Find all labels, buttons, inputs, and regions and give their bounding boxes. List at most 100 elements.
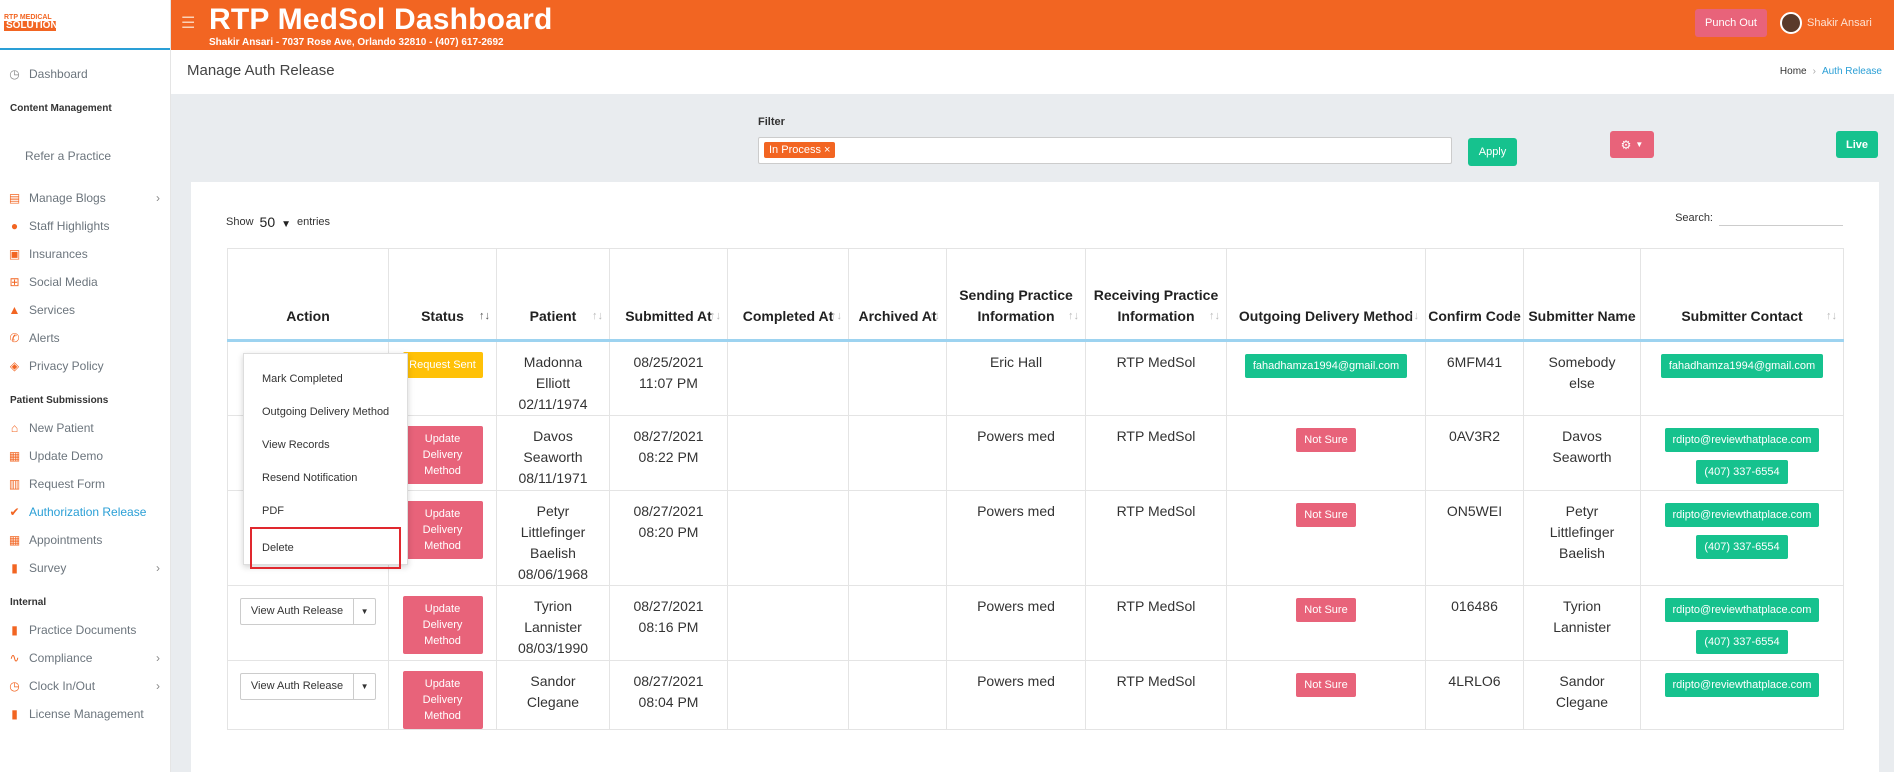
caret-down-icon[interactable]: ▼ bbox=[353, 674, 375, 699]
view-auth-release-button[interactable]: View Auth Release ▼ bbox=[239, 598, 377, 625]
status-button[interactable]: Update Delivery Method bbox=[402, 426, 483, 484]
user-name[interactable]: Shakir Ansari bbox=[1807, 17, 1872, 29]
receiving-practice-cell: RTP MedSol bbox=[1085, 415, 1227, 491]
sidebar-item-appointments[interactable]: ▦ Appointments bbox=[0, 526, 170, 554]
sort-icon[interactable]: ↑↓ bbox=[710, 306, 721, 327]
sidebar-item-services[interactable]: ▲ Services bbox=[0, 296, 170, 324]
apply-button[interactable]: Apply bbox=[1468, 138, 1517, 166]
outgoing-delivery-badge[interactable]: fahadhamza1994@gmail.com bbox=[1244, 354, 1408, 378]
column-header-label: Status bbox=[421, 308, 464, 324]
sending-practice-cell-text: Powers med bbox=[977, 503, 1055, 519]
phone-badge[interactable]: (407) 337-6554 bbox=[1696, 630, 1788, 654]
status-button[interactable]: Update Delivery Method bbox=[402, 501, 483, 559]
search-input[interactable] bbox=[1719, 210, 1843, 226]
column-header[interactable]: Outgoing Delivery Method ↑↓ bbox=[1226, 248, 1426, 342]
mark-completed-menu-item[interactable]: Mark Completed bbox=[244, 362, 407, 395]
entries-select[interactable]: 50 ▼ bbox=[260, 214, 291, 230]
column-header[interactable]: Submitter Contact ↑↓ bbox=[1640, 248, 1844, 342]
sort-icon[interactable]: ↑↓ bbox=[1408, 306, 1419, 327]
sidebar-item-update-demo[interactable]: ▦ Update Demo bbox=[0, 442, 170, 470]
sort-icon[interactable]: ↑↓ bbox=[592, 306, 603, 327]
sort-icon[interactable]: ↑↓ bbox=[1068, 306, 1079, 327]
sidebar-heading-patient: Patient Submissions bbox=[10, 394, 109, 406]
email-badge[interactable]: fahadhamza1994@gmail.com bbox=[1660, 354, 1824, 378]
sidebar-item-dashboard[interactable]: ◷ Dashboard bbox=[0, 60, 170, 88]
outgoing-delivery-badge[interactable]: Not Sure bbox=[1296, 503, 1356, 527]
pdf-menu-item[interactable]: PDF bbox=[244, 494, 407, 527]
sidebar-item-alerts[interactable]: ✆ Alerts bbox=[0, 324, 170, 352]
sidebar-item-license-management[interactable]: ▮ License Management bbox=[0, 700, 170, 728]
sidebar-item-privacy-policy[interactable]: ◈ Privacy Policy bbox=[0, 352, 170, 380]
delete-menu-item[interactable]: Delete bbox=[250, 527, 401, 569]
sending-practice-cell: Powers med bbox=[946, 490, 1086, 586]
status-button[interactable]: Request Sent bbox=[402, 352, 483, 378]
sidebar-item-survey[interactable]: ▮ Survey › bbox=[0, 554, 170, 582]
breadcrumb-current: Auth Release bbox=[1821, 66, 1882, 77]
sidebar-item-label: Appointments bbox=[29, 533, 103, 547]
submitted-at-cell-text: 08/27/2021 08:20 PM bbox=[633, 503, 704, 540]
contact-stack: rdipto@reviewthatplace.com (407) 337-6554 bbox=[1641, 596, 1843, 654]
sort-icon[interactable]: ↑↓ bbox=[1826, 306, 1837, 327]
view-records-menu-item[interactable]: View Records bbox=[244, 428, 407, 461]
column-header[interactable]: Action bbox=[227, 248, 389, 342]
punch-out-button[interactable]: Punch Out bbox=[1695, 9, 1767, 37]
dashboard-icon: ◷ bbox=[9, 67, 20, 81]
email-badge[interactable]: rdipto@reviewthatplace.com bbox=[1664, 428, 1820, 452]
outgoing-delivery-badge[interactable]: Not Sure bbox=[1296, 598, 1356, 622]
column-header[interactable]: Completed At ↑↓ bbox=[727, 248, 849, 342]
logo[interactable]: RTP MEDICAL SOLUTION bbox=[0, 0, 170, 50]
phone-badge[interactable]: (407) 337-6554 bbox=[1696, 535, 1788, 559]
sort-icon[interactable]: ↑↓ bbox=[1506, 306, 1517, 327]
status-button[interactable]: Update Delivery Method bbox=[402, 671, 483, 729]
menu-icon[interactable]: ☰ bbox=[181, 13, 195, 33]
sort-icon[interactable]: ↑↓ bbox=[1209, 306, 1220, 327]
submitter-name-text: Davos Seaworth bbox=[1552, 428, 1612, 465]
receiving-practice-cell-text: RTP MedSol bbox=[1116, 503, 1196, 519]
phone-badge[interactable]: (407) 337-6554 bbox=[1696, 460, 1788, 484]
email-badge[interactable]: rdipto@reviewthatplace.com bbox=[1664, 673, 1820, 697]
sidebar-item-compliance[interactable]: ∿ Compliance › bbox=[0, 644, 170, 672]
column-header[interactable]: Patient ↑↓ bbox=[496, 248, 610, 342]
submitted-at-cell-text: 08/27/2021 08:16 PM bbox=[633, 598, 704, 635]
filter-input[interactable]: In Process × bbox=[758, 137, 1452, 164]
sort-icon[interactable]: ↑↓ bbox=[1623, 306, 1634, 327]
sort-icon[interactable]: ↑↓ bbox=[479, 306, 490, 327]
column-header-label: Submitter Contact bbox=[1681, 308, 1803, 324]
outgoing-delivery-badge[interactable]: Not Sure bbox=[1296, 673, 1356, 697]
column-header[interactable]: Submitted At ↑↓ bbox=[609, 248, 728, 342]
settings-dropdown-button[interactable]: ⚙ ▼ bbox=[1610, 131, 1654, 158]
email-badge[interactable]: rdipto@reviewthatplace.com bbox=[1664, 598, 1820, 622]
breadcrumb-home[interactable]: Home bbox=[1780, 66, 1807, 77]
sort-icon[interactable]: ↑↓ bbox=[929, 306, 940, 327]
sidebar-item-request-form[interactable]: ▥ Request Form bbox=[0, 470, 170, 498]
sidebar-item-practice-documents[interactable]: ▮ Practice Documents bbox=[0, 616, 170, 644]
status-button[interactable]: Update Delivery Method bbox=[402, 596, 483, 654]
filter-tag[interactable]: In Process × bbox=[764, 142, 836, 158]
column-header[interactable]: Sending Practice Information ↑↓ bbox=[946, 248, 1086, 342]
sidebar-item-authorization-release[interactable]: ✔ Authorization Release bbox=[0, 498, 170, 526]
home-icon: ⌂ bbox=[10, 421, 19, 435]
email-badge[interactable]: rdipto@reviewthatplace.com bbox=[1664, 503, 1820, 527]
outgoing-delivery-method-menu-item[interactable]: Outgoing Delivery Method bbox=[244, 395, 407, 428]
sidebar-item-social-media[interactable]: ⊞ Social Media bbox=[0, 268, 170, 296]
sending-practice-cell: Powers med bbox=[946, 415, 1086, 491]
avatar[interactable] bbox=[1780, 12, 1802, 34]
sort-icon[interactable]: ↑↓ bbox=[831, 306, 842, 327]
sidebar-item-clock-in-out[interactable]: ◷ Clock In/Out › bbox=[0, 672, 170, 700]
app-title: RTP MedSol Dashboard bbox=[209, 3, 553, 36]
sidebar-item-refer[interactable]: Refer a Practice bbox=[0, 142, 170, 170]
sidebar-item-new-patient[interactable]: ⌂ New Patient bbox=[0, 414, 170, 442]
column-header[interactable]: Receiving Practice Information ↑↓ bbox=[1085, 248, 1227, 342]
sidebar-item-staff-highlights[interactable]: ● Staff Highlights bbox=[0, 212, 170, 240]
column-header[interactable]: Submitter Name ↑↓ bbox=[1523, 248, 1641, 342]
live-button[interactable]: Live bbox=[1836, 131, 1878, 158]
resend-notification-menu-item[interactable]: Resend Notification bbox=[244, 461, 407, 494]
column-header[interactable]: Archived At ↑↓ bbox=[848, 248, 947, 342]
column-header[interactable]: Status ↑↓ bbox=[388, 248, 497, 342]
sidebar-item-manage-blogs[interactable]: ▤ Manage Blogs › bbox=[0, 184, 170, 212]
caret-down-icon[interactable]: ▼ bbox=[353, 599, 375, 624]
view-auth-release-button[interactable]: View Auth Release ▼ bbox=[239, 673, 377, 700]
sidebar-item-insurances[interactable]: ▣ Insurances bbox=[0, 240, 170, 268]
outgoing-delivery-badge[interactable]: Not Sure bbox=[1296, 428, 1356, 452]
column-header[interactable]: Confirm Code ↑↓ bbox=[1425, 248, 1524, 342]
